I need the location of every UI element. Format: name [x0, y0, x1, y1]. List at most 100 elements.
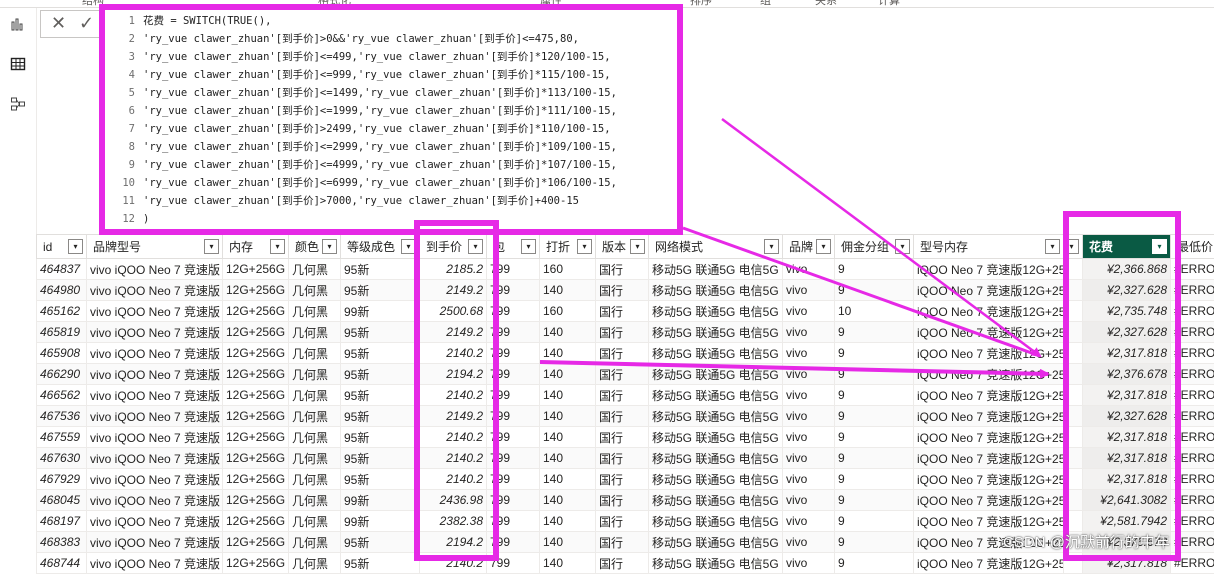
table-cell[interactable]: 移动5G 联通5G 电信5G: [649, 532, 783, 553]
table-cell[interactable]: 9: [835, 385, 914, 406]
table-cell[interactable]: 12G+256G: [223, 490, 289, 511]
table-cell[interactable]: 160: [540, 259, 596, 280]
table-cell[interactable]: 799: [487, 364, 540, 385]
table-cell[interactable]: 9: [835, 364, 914, 385]
table-cell[interactable]: 12G+256G: [223, 301, 289, 322]
ribbon-label[interactable]: 组: [760, 0, 771, 8]
table-cell[interactable]: 9: [835, 553, 914, 574]
table-cell[interactable]: [1064, 364, 1083, 385]
table-cell[interactable]: ¥2,317.818: [1083, 427, 1171, 448]
table-cell[interactable]: iQOO Neo 7 竞速版12G+256G: [914, 427, 1064, 448]
table-cell[interactable]: 95新: [341, 532, 420, 553]
table-cell[interactable]: [1064, 343, 1083, 364]
table-cell[interactable]: 9: [835, 490, 914, 511]
table-cell[interactable]: 12G+256G: [223, 364, 289, 385]
table-cell[interactable]: 10: [835, 301, 914, 322]
table-cell[interactable]: 国行: [596, 301, 649, 322]
table-cell[interactable]: 799: [487, 385, 540, 406]
table-cell[interactable]: ¥2,735.748: [1083, 301, 1171, 322]
table-cell[interactable]: 几何黑: [289, 448, 341, 469]
ribbon-label[interactable]: 结构: [82, 0, 104, 8]
table-cell[interactable]: 移动5G 联通5G 电信5G: [649, 343, 783, 364]
table-cell[interactable]: iQOO Neo 7 竞速版12G+256G: [914, 385, 1064, 406]
table-cell[interactable]: 799: [487, 490, 540, 511]
table-cell[interactable]: #ERROR: [1171, 511, 1214, 532]
column-header[interactable]: 佣金分组▾: [835, 235, 914, 259]
ribbon-label[interactable]: 格式化: [318, 0, 351, 8]
table-cell[interactable]: #ERROR: [1171, 490, 1214, 511]
table-cell[interactable]: 2140.2: [420, 448, 487, 469]
table-cell[interactable]: 799: [487, 343, 540, 364]
table-cell[interactable]: 几何黑: [289, 259, 341, 280]
table-cell[interactable]: 2149.2: [420, 322, 487, 343]
table-cell[interactable]: 12G+256G: [223, 511, 289, 532]
table-cell[interactable]: vivo iQOO Neo 7 竞速版: [87, 406, 223, 427]
table-cell[interactable]: 移动5G 联通5G 电信5G: [649, 469, 783, 490]
table-cell[interactable]: ¥2,317.818: [1083, 385, 1171, 406]
table-cell[interactable]: vivo iQOO Neo 7 竞速版: [87, 427, 223, 448]
table-cell[interactable]: 95新: [341, 322, 420, 343]
column-header[interactable]: 颜色▾: [289, 235, 341, 259]
table-cell[interactable]: iQOO Neo 7 竞速版12G+256G: [914, 301, 1064, 322]
table-cell[interactable]: 移动5G 联通5G 电信5G: [649, 553, 783, 574]
table-cell[interactable]: iQOO Neo 7 竞速版12G+256G: [914, 469, 1064, 490]
table-cell[interactable]: 799: [487, 406, 540, 427]
table-cell[interactable]: 国行: [596, 385, 649, 406]
table-cell[interactable]: 95新: [341, 343, 420, 364]
table-cell[interactable]: [1064, 553, 1083, 574]
table-cell[interactable]: ¥2,581.7942: [1083, 511, 1171, 532]
table-cell[interactable]: ¥2,327.628: [1083, 322, 1171, 343]
table-cell[interactable]: 几何黑: [289, 385, 341, 406]
table-cell[interactable]: 799: [487, 301, 540, 322]
table-cell[interactable]: 140: [540, 343, 596, 364]
filter-dropdown-icon[interactable]: ▾: [204, 239, 219, 254]
table-cell[interactable]: 465819: [37, 322, 87, 343]
table-cell[interactable]: 799: [487, 427, 540, 448]
table-cell[interactable]: 468197: [37, 511, 87, 532]
table-cell[interactable]: vivo: [783, 364, 835, 385]
table-cell[interactable]: [1064, 406, 1083, 427]
column-header[interactable]: 内存▾: [223, 235, 289, 259]
table-cell[interactable]: 9: [835, 259, 914, 280]
table-cell[interactable]: 9: [835, 448, 914, 469]
table-cell[interactable]: vivo: [783, 553, 835, 574]
table-cell[interactable]: ¥2,366.868: [1083, 259, 1171, 280]
column-header[interactable]: 版本▾: [596, 235, 649, 259]
filter-dropdown-icon[interactable]: ▾: [816, 239, 831, 254]
table-cell[interactable]: #ERROR: [1171, 427, 1214, 448]
column-header[interactable]: 型号内存▾: [914, 235, 1064, 259]
table-cell[interactable]: [1064, 469, 1083, 490]
table-cell[interactable]: ¥2,376.678: [1083, 364, 1171, 385]
table-cell[interactable]: 799: [487, 511, 540, 532]
table-cell[interactable]: vivo iQOO Neo 7 竞速版: [87, 448, 223, 469]
table-cell[interactable]: 移动5G 联通5G 电信5G: [649, 406, 783, 427]
table-cell[interactable]: 9: [835, 532, 914, 553]
column-header[interactable]: ▾: [1064, 235, 1083, 259]
table-cell[interactable]: vivo iQOO Neo 7 竞速版: [87, 553, 223, 574]
table-cell[interactable]: 467929: [37, 469, 87, 490]
table-cell[interactable]: vivo iQOO Neo 7 竞速版: [87, 322, 223, 343]
filter-dropdown-icon[interactable]: ▾: [764, 239, 779, 254]
table-cell[interactable]: 几何黑: [289, 322, 341, 343]
table-cell[interactable]: 几何黑: [289, 427, 341, 448]
table-cell[interactable]: 移动5G 联通5G 电信5G: [649, 259, 783, 280]
filter-dropdown-icon[interactable]: ▾: [630, 239, 645, 254]
filter-dropdown-icon[interactable]: ▾: [401, 239, 416, 254]
table-cell[interactable]: 799: [487, 469, 540, 490]
column-header[interactable]: 花费▾: [1083, 235, 1171, 259]
table-cell[interactable]: 12G+256G: [223, 406, 289, 427]
table-cell[interactable]: iQOO Neo 7 竞速版12G+256G: [914, 259, 1064, 280]
table-cell[interactable]: 95新: [341, 364, 420, 385]
table-cell[interactable]: vivo: [783, 322, 835, 343]
table-cell[interactable]: 2140.2: [420, 469, 487, 490]
table-cell[interactable]: iQOO Neo 7 竞速版12G+256G: [914, 406, 1064, 427]
table-cell[interactable]: [1064, 511, 1083, 532]
table-cell[interactable]: iQOO Neo 7 竞速版12G+256G: [914, 364, 1064, 385]
table-cell[interactable]: 几何黑: [289, 343, 341, 364]
table-cell[interactable]: 95新: [341, 280, 420, 301]
table-cell[interactable]: [1064, 301, 1083, 322]
table-cell[interactable]: 99新: [341, 511, 420, 532]
column-header[interactable]: 打折▾: [540, 235, 596, 259]
report-view-icon[interactable]: [7, 16, 29, 36]
table-cell[interactable]: iQOO Neo 7 竞速版12G+256G: [914, 553, 1064, 574]
